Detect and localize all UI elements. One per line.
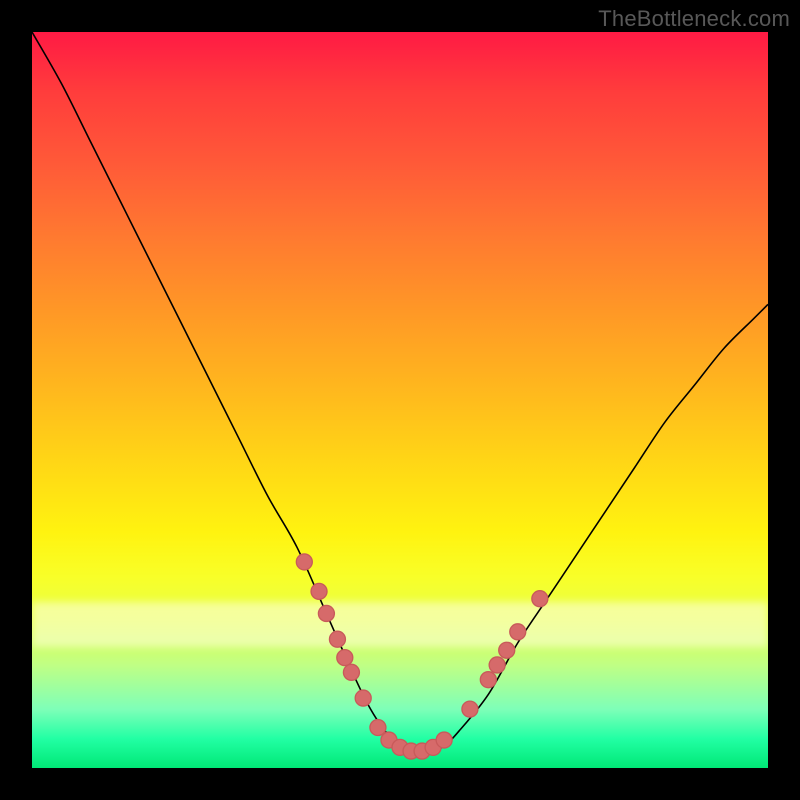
curve-marker (480, 672, 496, 688)
curve-marker (318, 605, 334, 621)
curve-marker (462, 701, 478, 717)
curve-marker (532, 591, 548, 607)
curve-marker (370, 720, 386, 736)
curve-marker (311, 583, 327, 599)
curve-marker (355, 690, 371, 706)
curve-marker (499, 642, 515, 658)
curve-marker (329, 631, 345, 647)
curve-marker (337, 650, 353, 666)
plot-area (32, 32, 768, 768)
chart-frame: TheBottleneck.com (0, 0, 800, 800)
bottleneck-curve (32, 32, 768, 754)
curve-marker (510, 624, 526, 640)
curve-markers (296, 554, 548, 759)
curve-marker (489, 657, 505, 673)
curve-marker (436, 732, 452, 748)
curve-marker (343, 664, 359, 680)
curve-marker (296, 554, 312, 570)
attribution-text: TheBottleneck.com (598, 6, 790, 32)
curve-layer (32, 32, 768, 768)
